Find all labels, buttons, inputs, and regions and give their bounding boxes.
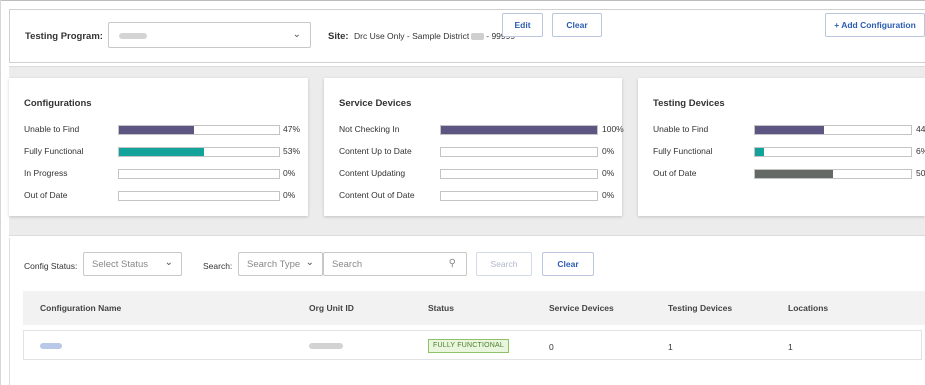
org-unit-id-value [309,343,343,349]
stat-percent: 6% [916,146,925,156]
filter-bar: Testing Program: ⌄ Site: Drc Use Only - … [9,9,925,63]
stat-label: Unable to Find [653,124,709,134]
search-icon[interactable]: ⚲ [449,258,456,269]
stat-percent: 100% [602,124,624,134]
stat-progress-bar [754,125,912,135]
table-row[interactable]: FULLY FUNCTIONAL 0 1 1 [23,330,922,360]
stat-percent: 50% [916,168,925,178]
testing-program-select[interactable]: ⌄ [108,22,311,48]
card-title: Service Devices [339,98,412,109]
testing-devices-value: 1 [668,342,673,352]
stat-progress-fill [119,126,195,134]
stat-progress-bar [118,169,280,179]
stat-row: Unable to Find 44% [653,124,925,136]
stat-row: Fully Functional 53% [24,146,323,158]
stat-progress-fill [755,148,765,156]
card-title: Configurations [24,98,92,109]
stat-progress-bar [440,147,598,157]
stat-row: Out of Date 50% [653,168,925,180]
column-service-devices[interactable]: Service Devices [549,303,614,313]
site-value-prefix: Drc Use Only - Sample District [354,31,470,41]
card-title: Testing Devices [653,98,725,109]
testing-program-label: Testing Program: [25,31,103,42]
search-input[interactable] [324,253,447,275]
window-top-border [0,0,925,1]
stat-percent: 44% [916,124,925,134]
table-header: Configuration Name Org Unit ID Status Se… [23,291,925,325]
stat-progress-bar [754,147,912,157]
column-org-unit-id[interactable]: Org Unit ID [309,303,354,313]
stat-progress-fill [755,126,824,134]
column-status[interactable]: Status [428,303,454,313]
stat-progress-bar [440,191,598,201]
stat-percent: 0% [283,190,296,200]
stat-progress-bar [118,191,280,201]
clear-filters-button[interactable]: Clear [542,252,594,276]
stat-row: Fully Functional 6% [653,146,925,158]
stat-percent: 0% [602,168,615,178]
stat-progress-fill [755,170,833,178]
stat-percent: 53% [283,146,301,156]
stat-label: Fully Functional [653,146,713,156]
search-field: ⚲ [323,252,467,276]
site-label: Site: [328,31,349,42]
search-button[interactable]: Search [476,252,532,276]
stat-percent: 0% [283,168,296,178]
search-label: Search: [203,261,233,271]
chevron-down-icon: ⌄ [305,257,314,268]
stat-row: Content Up to Date 0% [339,146,637,158]
search-type-select[interactable]: Search Type ⌄ [238,252,323,276]
stat-row: Out of Date 0% [24,190,323,202]
config-status-label: Config Status: [24,261,78,271]
stat-row: Unable to Find 47% [24,124,323,136]
column-configuration-name[interactable]: Configuration Name [40,303,121,313]
configuration-name-link[interactable] [40,343,62,349]
stat-progress-fill [119,148,204,156]
configurations-card: Configurations Unable to Find 47% Fully Fu… [9,78,308,216]
stat-progress-bar [440,169,598,179]
stat-label: Not Checking In [339,124,400,134]
stat-progress-bar [118,125,280,135]
stat-progress-bar [440,125,598,135]
stat-progress-fill [441,126,597,134]
config-status-select[interactable]: Select Status ⌄ [83,252,182,276]
search-type-placeholder: Search Type [247,259,301,270]
chevron-down-icon: ⌄ [292,29,301,40]
stat-row: Not Checking In 100% [339,124,637,136]
edit-button[interactable]: Edit [502,13,543,37]
stat-percent: 0% [602,190,615,200]
service-devices-value: 0 [549,342,554,352]
chevron-down-icon: ⌄ [164,257,173,268]
stat-label: Content Out of Date [339,190,415,200]
stat-label: Content Up to Date [339,146,412,156]
config-status-placeholder: Select Status [92,259,148,270]
stat-row: In Progress 0% [24,168,323,180]
stat-label: Out of Date [653,168,697,178]
site-redacted [471,33,485,41]
clear-site-button[interactable]: Clear [552,13,602,37]
stat-percent: 47% [283,124,301,134]
service-devices-card: Service Devices Not Checking In 100% Conte… [324,78,624,216]
column-locations[interactable]: Locations [788,303,828,313]
stat-percent: 0% [602,146,615,156]
stat-label: Content Updating [339,168,406,178]
site-value: Drc Use Only - Sample District - 99999 [354,31,515,41]
stat-label: Fully Functional [24,146,84,156]
locations-value: 1 [788,342,793,352]
stat-progress-bar [118,147,280,157]
stat-progress-bar [754,169,912,179]
stat-row: Content Updating 0% [339,168,637,180]
testing-devices-card: Testing Devices Unable to Find 44% Fully F… [638,78,925,216]
column-testing-devices[interactable]: Testing Devices [668,303,732,313]
stat-label: In Progress [24,168,68,178]
stat-row: Content Out of Date 0% [339,190,637,202]
status-badge: FULLY FUNCTIONAL [428,339,510,353]
window-left-border [0,0,1,385]
testing-program-value [119,33,147,39]
add-configuration-button[interactable]: + Add Configuration [825,13,925,37]
stat-label: Unable to Find [24,124,80,134]
stat-label: Out of Date [24,190,68,200]
